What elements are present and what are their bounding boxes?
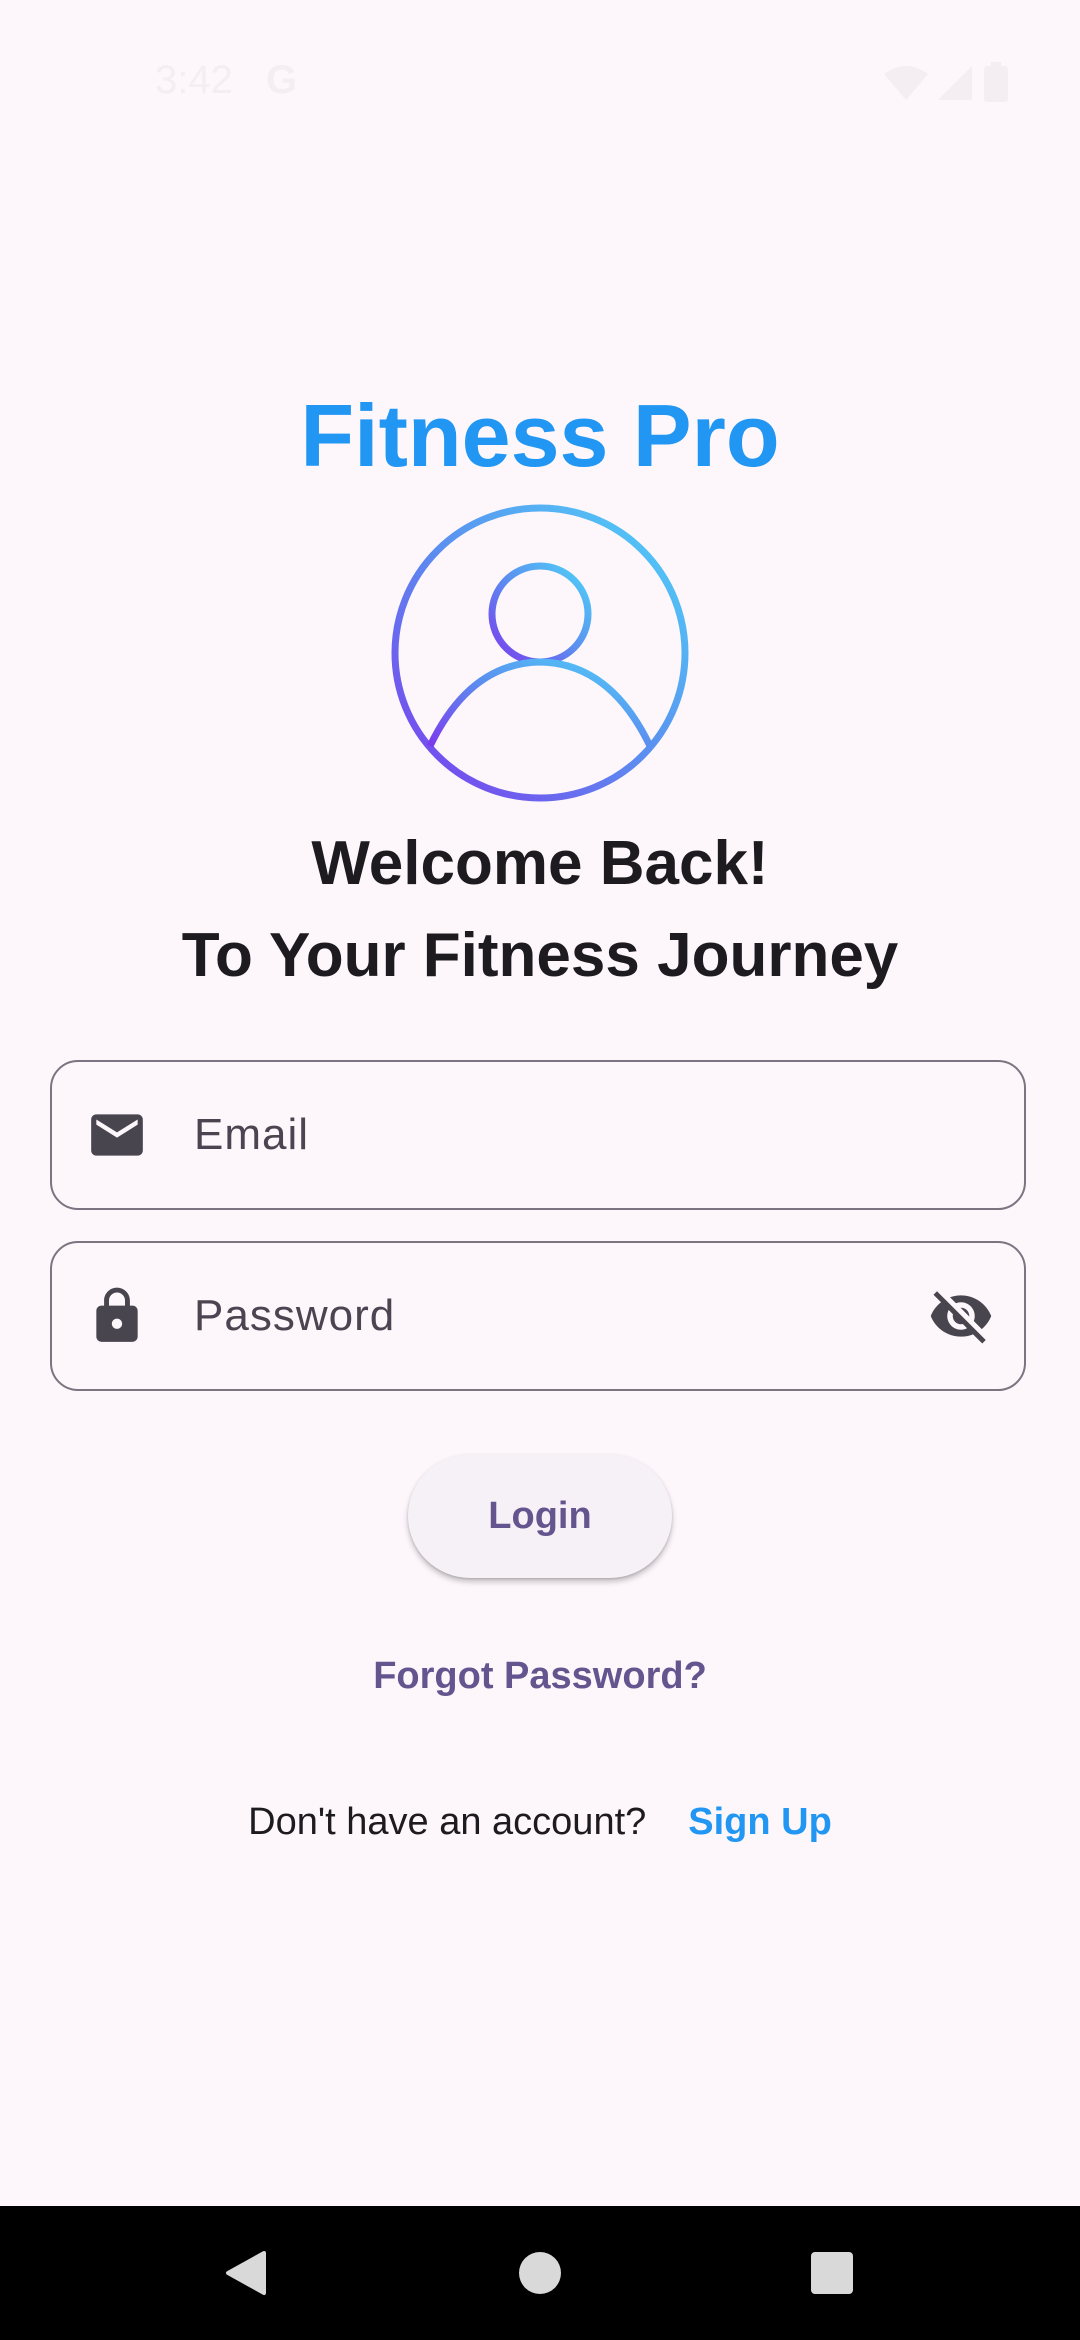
welcome-line-2: To Your Fitness Journey — [181, 921, 899, 990]
signal-icon — [938, 66, 972, 100]
visibility-off-icon[interactable] — [928, 1283, 994, 1349]
app-title: Fitness Pro — [300, 386, 780, 485]
back-button[interactable] — [186, 2206, 306, 2340]
signup-row: Don't have an account? Sign Up — [0, 1796, 1080, 1848]
status-bar: 3:42 G — [0, 0, 1080, 102]
signup-link[interactable]: Sign Up — [688, 1801, 832, 1843]
password-input[interactable] — [194, 1243, 934, 1389]
password-field[interactable] — [50, 1241, 1026, 1391]
back-icon — [226, 2251, 266, 2295]
account-circle-icon — [391, 504, 689, 802]
email-field[interactable] — [50, 1060, 1026, 1210]
recents-icon — [811, 2252, 853, 2294]
email-input[interactable] — [194, 1062, 934, 1208]
no-account-text: Don't have an account? — [248, 1801, 647, 1843]
mail-icon — [91, 1114, 143, 1156]
forgot-password-row: Forgot Password? — [0, 1650, 1080, 1702]
status-time: 3:42 — [155, 58, 233, 102]
login-button[interactable]: Login — [408, 1454, 672, 1578]
forgot-password-link[interactable]: Forgot Password? — [373, 1655, 707, 1697]
notification-icon: G — [266, 58, 298, 102]
home-icon — [519, 2252, 561, 2294]
status-icons — [884, 62, 1008, 102]
lock-icon — [96, 1287, 138, 1342]
wifi-icon — [884, 66, 928, 100]
welcome-line-1: Welcome Back! — [311, 829, 769, 898]
welcome-heading: Welcome Back! To Your Fitness Journey — [0, 818, 1080, 1002]
navigation-bar — [0, 2206, 1080, 2340]
home-button[interactable] — [480, 2206, 600, 2340]
recents-button[interactable] — [772, 2206, 892, 2340]
battery-icon — [984, 62, 1008, 102]
